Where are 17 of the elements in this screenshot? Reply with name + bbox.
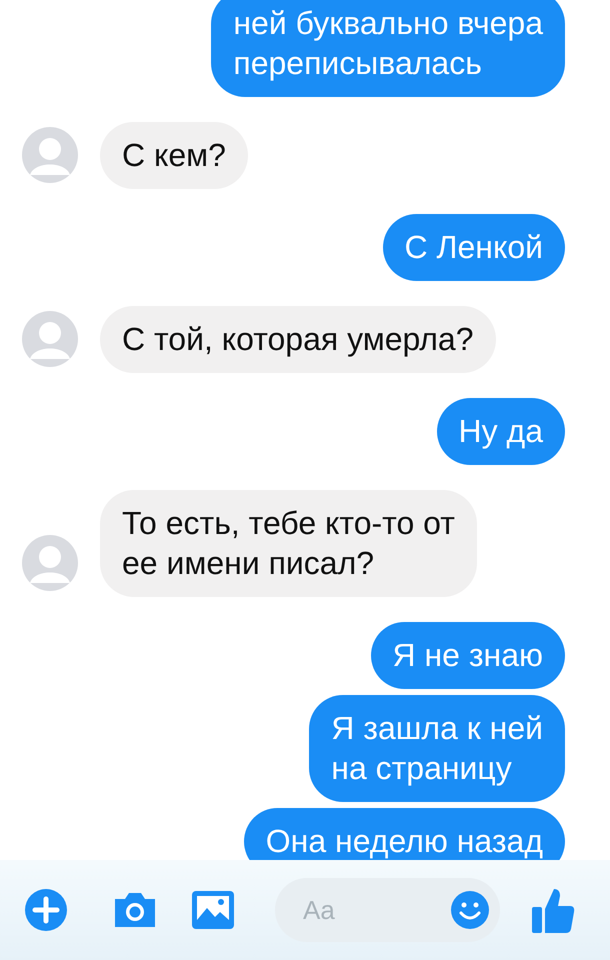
sent-message: Ну да — [436, 398, 565, 465]
received-message: То есть, тебе кто-то от ее имени писал? — [100, 490, 477, 597]
image-icon[interactable] — [190, 889, 236, 931]
avatar-icon — [22, 535, 78, 591]
avatar-icon — [22, 311, 78, 367]
received-message: С кем? — [100, 122, 248, 189]
sent-message: Я зашла к ней на страницу — [309, 695, 565, 802]
message-field[interactable]: Aa — [275, 878, 500, 942]
sent-message: ней буквально вчера переписывалась — [211, 0, 565, 97]
add-icon[interactable] — [24, 888, 68, 932]
received-message: С той, которая умерла? — [100, 306, 496, 373]
sent-message: С Ленкой — [382, 214, 565, 281]
smiley-icon[interactable] — [450, 890, 490, 930]
message-input[interactable]: Aa — [301, 894, 450, 926]
sent-message: Она неделю назад — [244, 808, 565, 860]
sent-message: Я не знаю — [370, 622, 565, 689]
avatar-icon — [22, 127, 78, 183]
